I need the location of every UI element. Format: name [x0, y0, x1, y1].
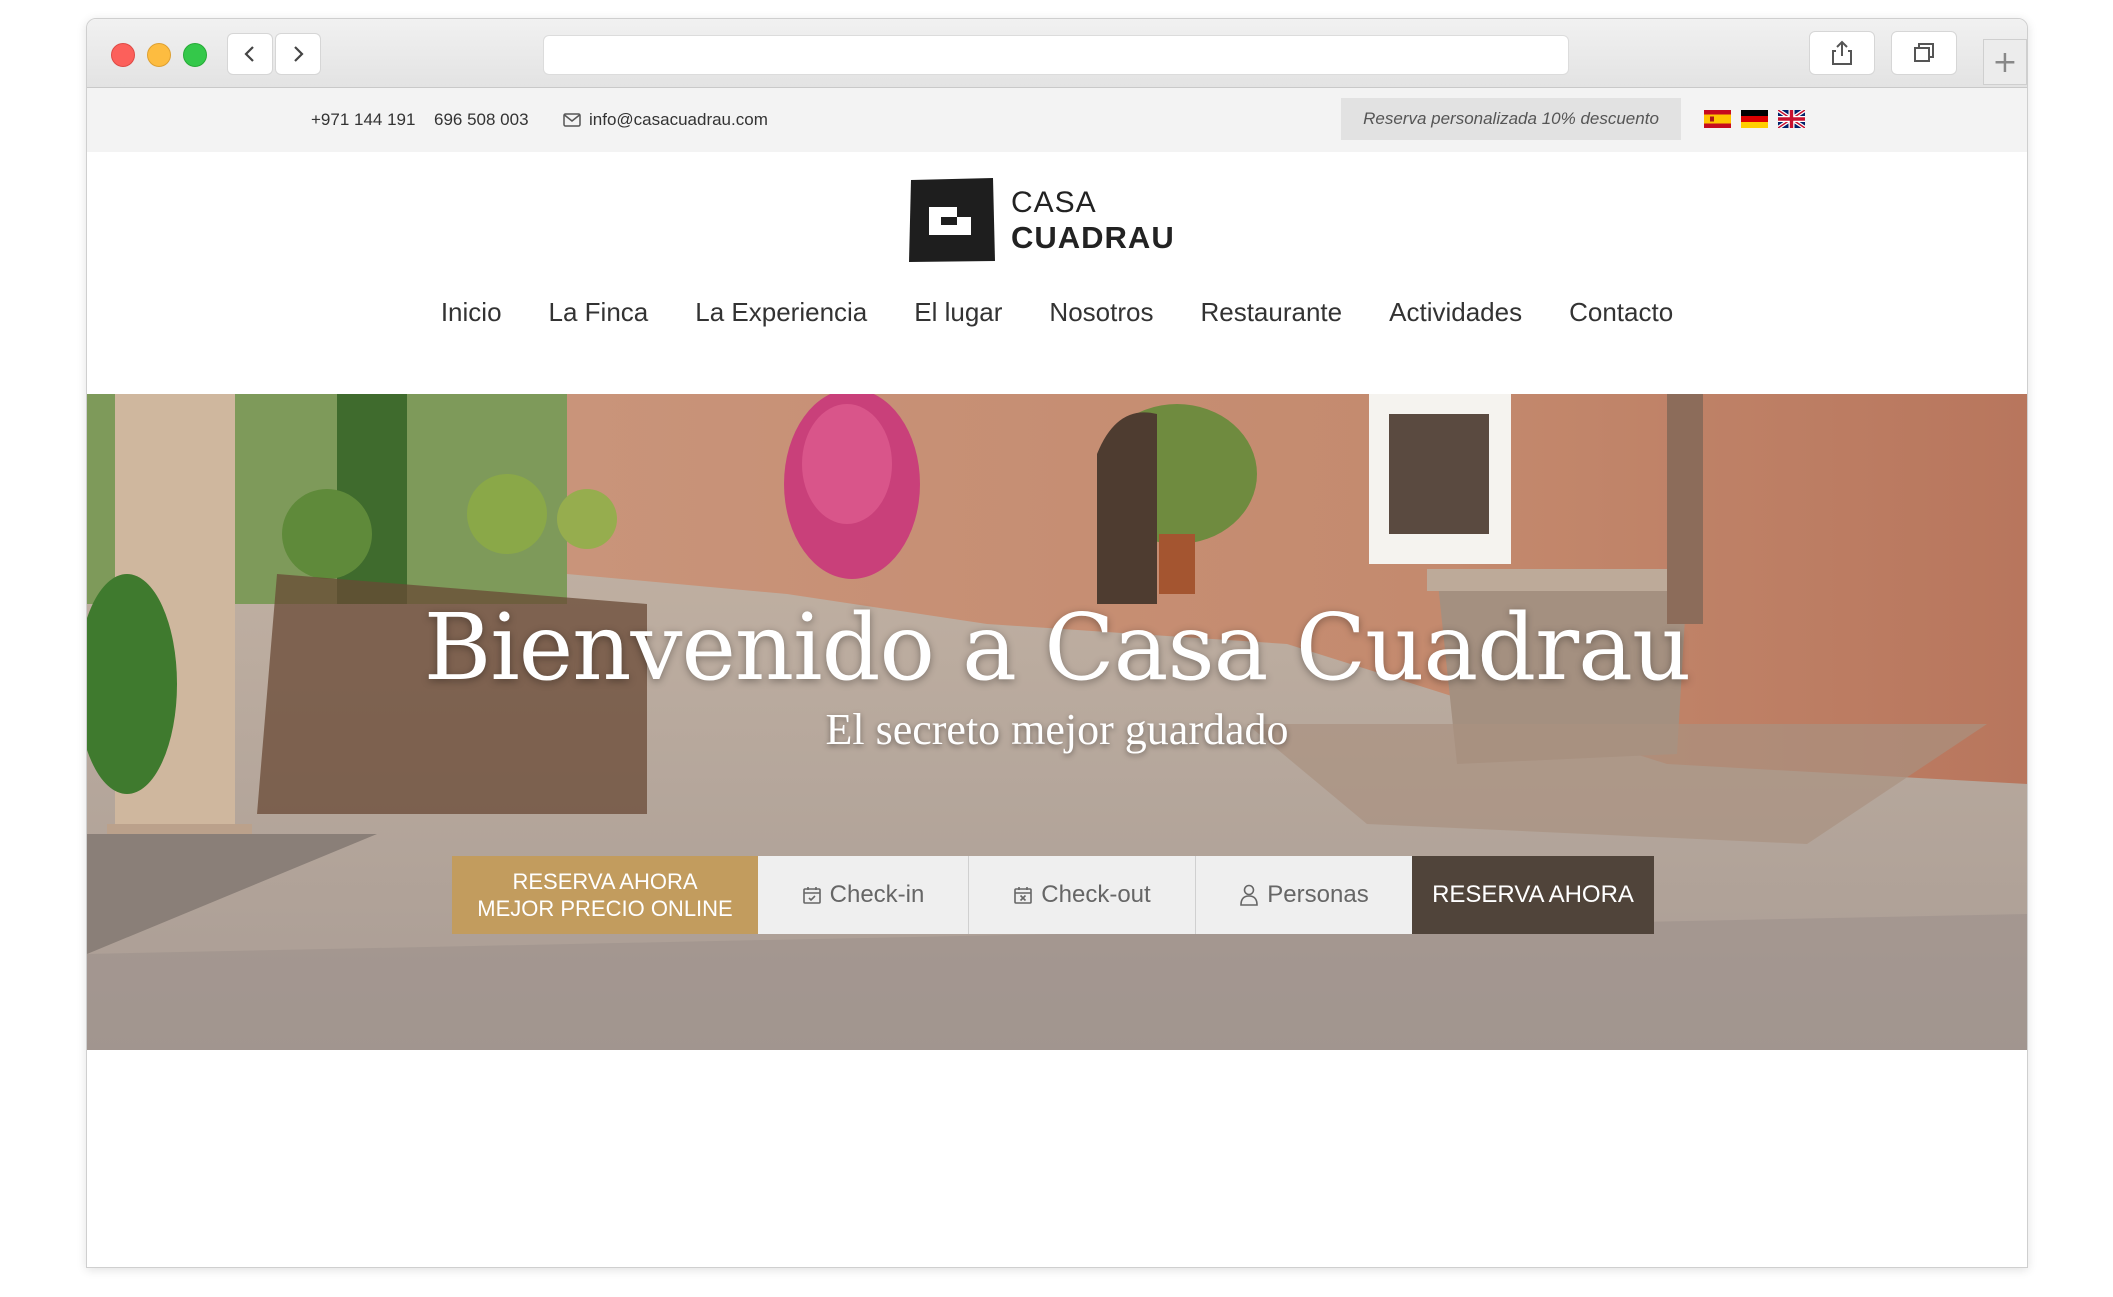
uk-flag-icon[interactable]	[1778, 110, 1805, 128]
hero-title: Bienvenido a Casa Cuadrau	[423, 594, 1691, 701]
nav-item-nosotros[interactable]: Nosotros	[1049, 297, 1153, 328]
plus-icon: +	[1992, 44, 2018, 80]
logo-text: CASA CUADRAU	[1011, 185, 1175, 255]
nav-item-la-experiencia[interactable]: La Experiencia	[695, 297, 867, 328]
calendar-x-icon	[1014, 887, 1033, 904]
browser-window: + +971 144 191 696 508 003 info@casacuad…	[86, 18, 2028, 1268]
show-tabs-button[interactable]	[1891, 31, 1957, 75]
maximize-window-button[interactable]	[183, 43, 207, 67]
email-text: info@casacuadrau.com	[589, 110, 768, 129]
site-logo[interactable]: CASA CUADRAU	[907, 177, 1175, 263]
new-tab-button[interactable]: +	[1983, 39, 2027, 85]
checkin-date-field[interactable]: Check-in	[758, 856, 969, 934]
persons-label: Personas	[1267, 881, 1369, 908]
hero-subtitle: El secreto mejor guardado	[825, 705, 1289, 754]
phone-link-2[interactable]: 696 508 003	[434, 88, 529, 152]
reserve-now-button[interactable]: RESERVA AHORA	[1412, 856, 1654, 934]
germany-flag-icon[interactable]	[1741, 110, 1768, 128]
back-button[interactable]	[227, 33, 273, 75]
main-navigation: Inicio La Finca La Experiencia El lugar …	[87, 297, 2027, 328]
hero-banner: Bienvenido a Casa Cuadrau El secreto mej…	[87, 394, 2027, 1050]
logo-line-1: CASA	[1011, 185, 1097, 219]
contact-bar: +971 144 191 696 508 003 info@casacuadra…	[87, 88, 2027, 152]
booking-promo-line-1: RESERVA AHORA	[512, 869, 698, 894]
spain-flag-icon[interactable]	[1704, 110, 1731, 128]
chevron-right-icon	[294, 46, 304, 62]
browser-toolbar: +	[87, 19, 2027, 88]
email-link[interactable]: info@casacuadrau.com	[563, 88, 768, 152]
phone-link-1[interactable]: +971 144 191	[311, 88, 415, 152]
close-window-button[interactable]	[111, 43, 135, 67]
booking-promo-label: RESERVA AHORA MEJOR PRECIO ONLINE	[452, 856, 758, 934]
minimize-window-button[interactable]	[147, 43, 171, 67]
share-icon	[1832, 40, 1852, 65]
calendar-check-icon	[802, 887, 821, 904]
forward-button[interactable]	[275, 33, 321, 75]
nav-item-el-lugar[interactable]: El lugar	[914, 297, 1002, 328]
share-button[interactable]	[1809, 31, 1875, 75]
nav-item-restaurante[interactable]: Restaurante	[1200, 297, 1342, 328]
checkin-label: Check-in	[829, 881, 925, 908]
language-selector	[1704, 110, 1805, 128]
logo-line-2: CUADRAU	[1011, 219, 1175, 255]
nav-item-la-finca[interactable]: La Finca	[549, 297, 649, 328]
checkout-date-field[interactable]: Check-out	[969, 856, 1196, 934]
tabs-icon	[1914, 43, 1934, 62]
discount-promo-button[interactable]: Reserva personalizada 10% descuento	[1341, 98, 1681, 140]
envelope-icon	[563, 113, 581, 127]
booking-promo-line-2: MEJOR PRECIO ONLINE	[477, 896, 733, 921]
address-bar[interactable]	[543, 35, 1569, 75]
checkout-label: Check-out	[1041, 881, 1151, 908]
booking-widget: RESERVA AHORA MEJOR PRECIO ONLINE Check-…	[452, 856, 1654, 934]
user-icon	[1240, 884, 1259, 906]
logo-mark-icon	[909, 178, 995, 262]
nav-item-contacto[interactable]: Contacto	[1569, 297, 1673, 328]
persons-field[interactable]: Personas	[1196, 856, 1412, 934]
nav-item-actividades[interactable]: Actividades	[1389, 297, 1522, 328]
nav-item-inicio[interactable]: Inicio	[441, 297, 502, 328]
chevron-left-icon	[244, 46, 254, 62]
